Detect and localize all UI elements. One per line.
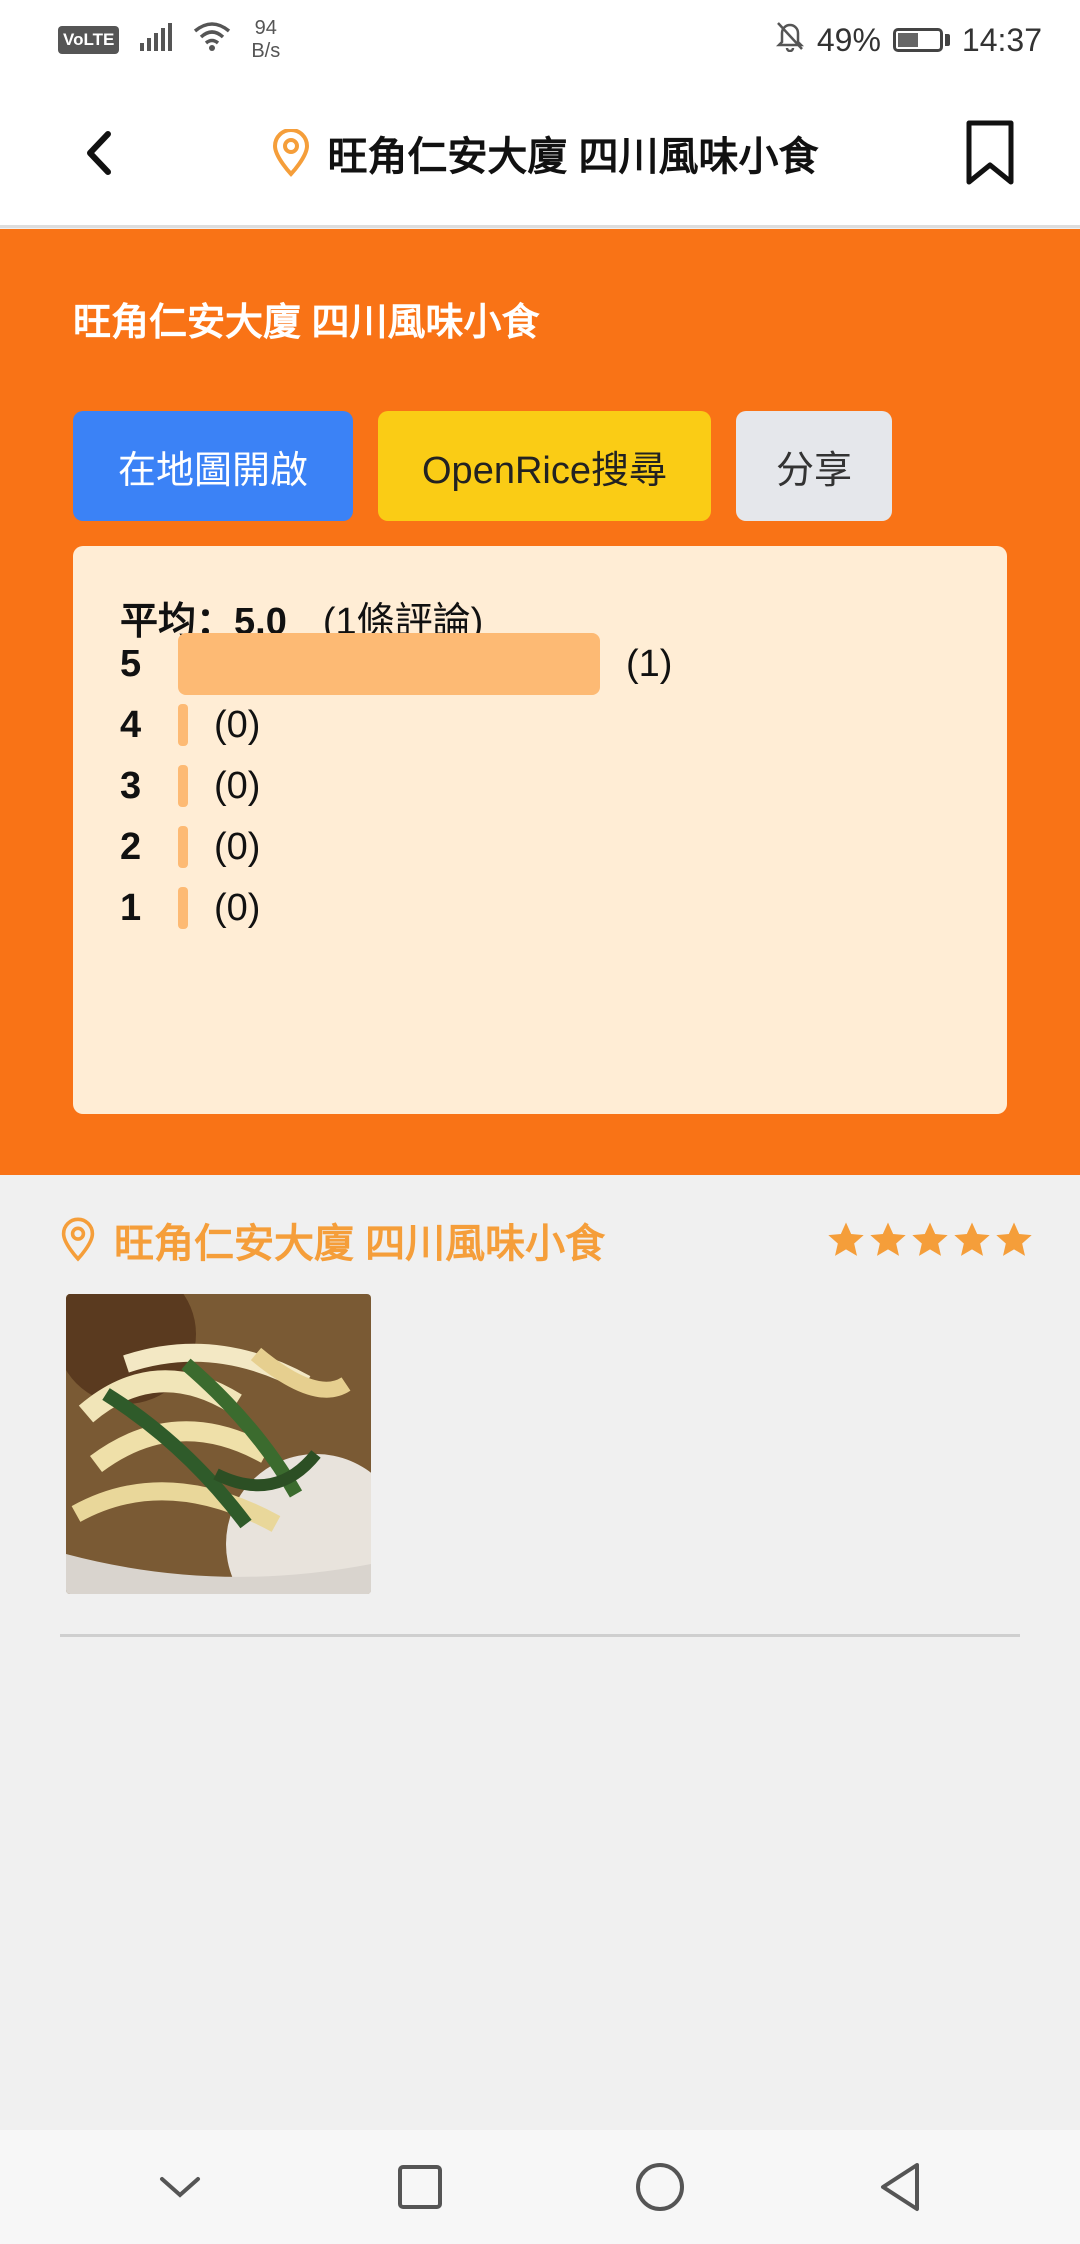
review-photo[interactable] <box>66 1294 371 1594</box>
review-star-rating <box>826 1220 1034 1260</box>
star-icon <box>954 1222 990 1256</box>
rating-count: (1) <box>626 642 673 685</box>
clock: 14:37 <box>961 21 1042 58</box>
map-pin-icon <box>273 128 310 177</box>
rating-summary-panel: 平均：5.0 (1條評論) 5 (1) 4 (0) 3 (0) 2 (0) 1 (0) <box>73 546 1007 1114</box>
mute-bell-icon <box>775 20 805 60</box>
bookmark-icon <box>966 120 1014 184</box>
star-icon <box>870 1222 906 1256</box>
net-speed-value: 94 <box>254 17 277 39</box>
net-speed-unit: B/s <box>251 40 281 62</box>
rating-count: (0) <box>214 764 261 807</box>
place-title: 旺角仁安大廈 四川風味小食 <box>73 302 540 344</box>
review-place-title: 旺角仁安大廈 四川風味小食 <box>60 1211 605 1269</box>
chevron-left-icon <box>87 130 111 175</box>
place-header: 旺角仁安大廈 四川風味小食 在地圖開啟 OpenRice搜尋 分享 平均：5.0… <box>0 229 1080 1175</box>
rating-row-1: 1 (0) <box>120 878 260 938</box>
openrice-search-button[interactable]: OpenRice搜尋 <box>378 411 711 521</box>
bookmark-button[interactable] <box>950 113 1030 193</box>
signal-icon <box>139 22 173 59</box>
star-icon <box>912 1222 948 1256</box>
rating-level: 4 <box>120 703 142 746</box>
review-item[interactable]: 旺角仁安大廈 四川風味小食 <box>60 1210 1032 1594</box>
app-bar-title-group: 旺角仁安大廈 四川風味小食 <box>271 124 819 182</box>
rating-count: (0) <box>214 703 261 746</box>
net-speed: 94 B/s <box>251 17 280 63</box>
chevron-down-icon <box>160 2177 200 2198</box>
battery-percent: 49% <box>816 21 881 58</box>
nav-back-button[interactable] <box>850 2137 950 2237</box>
page-title: 旺角仁安大廈 四川風味小食 <box>327 134 819 179</box>
app-bar: 旺角仁安大廈 四川風味小食 <box>0 80 1080 228</box>
rating-level: 1 <box>120 886 142 929</box>
back-button[interactable] <box>60 113 140 193</box>
nav-recents-button[interactable] <box>370 2137 470 2237</box>
list-divider <box>60 1634 1020 1637</box>
rating-bar <box>178 633 600 695</box>
square-icon <box>398 2165 442 2209</box>
volte-indicator: VoLTE <box>58 26 120 54</box>
rating-row-4: 4 (0) <box>120 695 260 755</box>
status-bar: VoLTE 94 B/s 49% 14:37 <box>0 0 1080 80</box>
rating-level: 3 <box>120 764 142 807</box>
rating-level: 5 <box>120 642 142 685</box>
circle-icon <box>636 2163 684 2211</box>
open-in-map-button[interactable]: 在地圖開啟 <box>73 411 353 521</box>
rating-bar <box>178 704 188 746</box>
map-pin-icon <box>61 1217 95 1262</box>
triangle-back-icon <box>881 2163 919 2211</box>
rating-count: (0) <box>214 886 261 929</box>
wifi-icon <box>193 21 231 59</box>
nav-collapse-button[interactable] <box>130 2137 230 2237</box>
rating-bar <box>178 765 188 807</box>
rating-count: (0) <box>214 825 261 868</box>
rating-row-3: 3 (0) <box>120 756 260 816</box>
rating-row-5: 5 (1) <box>120 633 673 695</box>
rating-row-2: 2 (0) <box>120 817 260 877</box>
rating-bar <box>178 887 188 929</box>
nav-home-button[interactable] <box>610 2137 710 2237</box>
star-icon <box>996 1222 1032 1256</box>
review-place-name: 旺角仁安大廈 四川風味小食 <box>114 1222 606 1266</box>
share-button[interactable]: 分享 <box>736 411 892 521</box>
star-icon <box>828 1222 864 1256</box>
rating-bar <box>178 826 188 868</box>
rating-level: 2 <box>120 825 142 868</box>
system-nav-bar <box>0 2130 1080 2244</box>
battery-icon <box>892 28 950 52</box>
